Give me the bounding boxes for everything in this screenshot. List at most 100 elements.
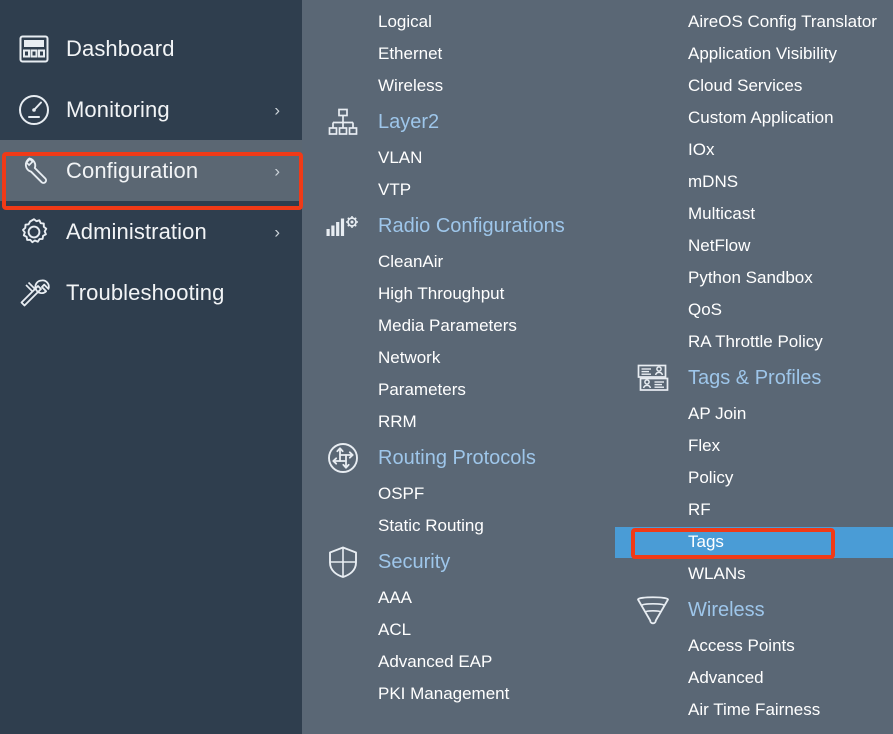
flyout-group-label: Security [378,550,451,573]
gauge-icon [14,90,54,130]
flyout-item-application-visibility[interactable]: Application Visibility [612,38,893,70]
signal-gear-icon [324,208,362,244]
flyout-item-multicast[interactable]: Multicast [612,198,893,230]
flyout-item-network[interactable]: Network [302,342,612,374]
flyout-item-ospf[interactable]: OSPF [302,478,612,510]
flyout-group-label: Layer2 [378,110,440,133]
flyout-item-label: NetFlow [688,236,751,255]
flyout-item-logical[interactable]: Logical [302,6,612,38]
flyout-item-custom-application[interactable]: Custom Application [612,102,893,134]
selection-highlight [615,527,893,558]
chevron-right-icon: › [274,100,280,119]
flyout-item-wireless[interactable]: Wireless [302,70,612,102]
main-sidebar: Dashboard Monitoring › Configuration › Admini… [0,0,302,734]
flyout-item-qos[interactable]: QoS [612,294,893,326]
flyout-item-wlans[interactable]: WLANs [612,558,893,590]
flyout-item-flex[interactable]: Flex [612,430,893,462]
flyout-item-label: CleanAir [378,252,444,271]
flyout-item-label: Ethernet [378,44,443,63]
configuration-flyout-panel: Logical Ethernet Wireless Layer2 VLAN VTP Radi… [302,0,893,734]
flyout-item-label: AAA [378,588,413,607]
flyout-item-label: Python Sandbox [688,268,813,287]
flyout-item-label: Flex [688,436,721,455]
flyout-item-label: PKI Management [378,684,510,703]
flyout-item-ethernet[interactable]: Ethernet [302,38,612,70]
flyout-item-access-points[interactable]: Access Points [612,630,893,662]
flyout-item-iox[interactable]: IOx [612,134,893,166]
sidebar-item-label: Troubleshooting [66,279,225,305]
flyout-item-static-routing[interactable]: Static Routing [302,510,612,542]
flyout-item-pki-management[interactable]: PKI Management [302,678,612,710]
flyout-item-advanced[interactable]: Advanced [612,662,893,694]
sidebar-item-administration[interactable]: Administration › [0,201,302,262]
flyout-item-label: QoS [688,300,723,319]
flyout-item-label: ACL [378,620,412,639]
flyout-item-label: WLANs [688,564,746,583]
flyout-item-label: Advanced [688,668,764,687]
flyout-group-security[interactable]: Security [302,542,612,582]
flyout-item-label: IOx [688,140,715,159]
flyout-item-label: AireOS Config Translator [688,12,877,31]
sidebar-item-monitoring[interactable]: Monitoring › [0,79,302,140]
flyout-item-advanced-eap[interactable]: Advanced EAP [302,646,612,678]
flyout-item-label: RRM [378,412,417,431]
flyout-item-label: Policy [688,468,734,487]
flyout-item-cleanair[interactable]: CleanAir [302,246,612,278]
flyout-item-label: RF [688,500,711,519]
flyout-item-ap-join[interactable]: AP Join [612,398,893,430]
flyout-group-wireless[interactable]: Wireless [612,590,893,630]
flyout-group-layer2[interactable]: Layer2 [302,102,612,142]
wrench-icon [14,151,54,191]
gear-icon [14,212,54,252]
sidebar-item-troubleshooting[interactable]: Troubleshooting [0,262,302,323]
flyout-item-cloud-services[interactable]: Cloud Services [612,70,893,102]
sidebar-item-label: Configuration [66,157,199,183]
flyout-item-air-time-fairness[interactable]: Air Time Fairness [612,694,893,726]
flyout-item-vlan[interactable]: VLAN [302,142,612,174]
flyout-item-label: Media Parameters [378,316,517,335]
flyout-item-rf[interactable]: RF [612,494,893,526]
sidebar-item-dashboard[interactable]: Dashboard [0,18,302,79]
flyout-item-parameters[interactable]: Parameters [302,374,612,406]
flyout-item-label: mDNS [688,172,739,191]
flyout-item-label: Static Routing [378,516,484,535]
sidebar-item-label: Administration [66,218,207,244]
flyout-item-label: Parameters [378,380,466,399]
flyout-item-vtp[interactable]: VTP [302,174,612,206]
dashboard-icon [14,29,54,69]
flyout-item-label: Access Points [688,636,795,655]
flyout-item-media-parameters[interactable]: Media Parameters [302,310,612,342]
flyout-item-high-throughput[interactable]: High Throughput [302,278,612,310]
routing-arrows-icon [324,440,362,476]
flyout-group-tags-and-profiles[interactable]: Tags & Profiles [612,358,893,398]
wireless-controller-navigation: Dashboard Monitoring › Configuration › Admini… [0,0,893,734]
flyout-item-mdns[interactable]: mDNS [612,166,893,198]
flyout-group-radio-configurations[interactable]: Radio Configurations [302,206,612,246]
sidebar-item-configuration[interactable]: Configuration › [0,140,302,201]
flyout-item-ra-throttle-policy[interactable]: RA Throttle Policy [612,326,893,358]
flyout-item-label: Logical [378,12,432,31]
flyout-item-acl[interactable]: ACL [302,614,612,646]
flyout-item-label: Wireless [378,76,444,95]
flyout-middle-column: Logical Ethernet Wireless Layer2 VLAN VTP Radi… [302,0,612,734]
flyout-item-label: Multicast [688,204,756,223]
flyout-item-label: Tags [688,532,724,551]
flyout-item-aaa[interactable]: AAA [302,582,612,614]
flyout-item-aireos-config-translator[interactable]: AireOS Config Translator [612,6,893,38]
flyout-item-label: High Throughput [378,284,505,303]
flyout-group-routing-protocols[interactable]: Routing Protocols [302,438,612,478]
flyout-item-label: Advanced EAP [378,652,493,671]
flyout-item-netflow[interactable]: NetFlow [612,230,893,262]
screwdriver-wrench-icon [14,273,54,313]
flyout-group-label: Radio Configurations [378,214,565,237]
flyout-item-rrm[interactable]: RRM [302,406,612,438]
flyout-item-policy[interactable]: Policy [612,462,893,494]
flyout-item-label: Application Visibility [688,44,837,63]
flyout-item-label: Cloud Services [688,76,803,95]
flyout-item-label: AP Join [688,404,747,423]
flyout-item-label: Air Time Fairness [688,700,821,719]
flyout-item-tags[interactable]: Tags [612,526,893,558]
flyout-group-label: Wireless [688,598,765,621]
flyout-item-label: VTP [378,180,412,199]
flyout-item-python-sandbox[interactable]: Python Sandbox [612,262,893,294]
